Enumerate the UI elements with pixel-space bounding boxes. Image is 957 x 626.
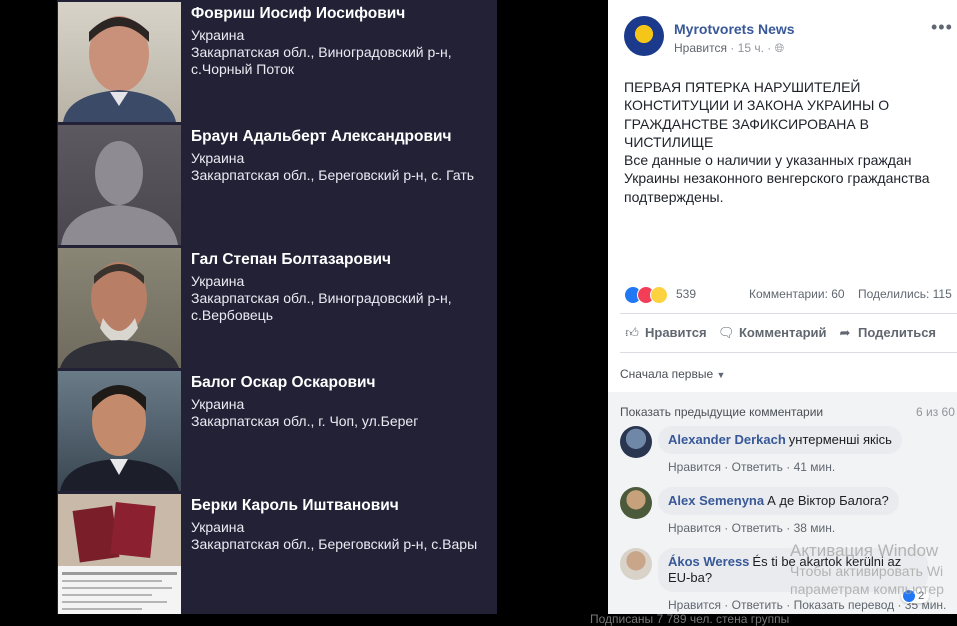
comment-button[interactable]: 🗨︎ Комментарий bbox=[718, 325, 827, 341]
person-photo bbox=[58, 371, 181, 491]
footer-text: Подписаны 7 789 чел. стена группы bbox=[590, 612, 790, 626]
comment-author[interactable]: Alexander Derkach bbox=[668, 432, 786, 447]
comment-bubble: Alexander Derkach унтерменші якісь bbox=[658, 426, 902, 454]
comment-author[interactable]: Alex Semenyna bbox=[668, 493, 764, 508]
comment-time[interactable]: 38 мин. bbox=[794, 521, 836, 535]
comments-count-link[interactable]: Комментарии: 60 bbox=[749, 287, 845, 301]
separator-dot: · bbox=[730, 41, 738, 55]
person-address: Закарпатская обл., Виноградовский р-н, с… bbox=[191, 44, 452, 77]
person-country: Украина bbox=[191, 273, 245, 289]
reactions-count: 539 bbox=[676, 287, 697, 301]
person-name: Берки Кароль Иштванович bbox=[191, 497, 399, 514]
person-name: Гал Степан Болтазарович bbox=[191, 251, 391, 268]
facebook-post: Myrotvorets News Нравится · 15 ч. · 🌐︎ •… bbox=[608, 0, 957, 614]
person-name: Фовриш Иосиф Иосифович bbox=[191, 5, 406, 22]
person-address: Закарпатская обл., г. Чоп, ул.Берег bbox=[191, 413, 419, 429]
avatar[interactable] bbox=[620, 487, 652, 519]
person-name: Балог Оскар Оскарович bbox=[191, 374, 376, 391]
person-country: Украина bbox=[191, 150, 245, 166]
thumbs-up-icon: 👍︎ bbox=[625, 325, 639, 340]
shares-count-link[interactable]: Поделились: 115 bbox=[858, 287, 952, 301]
photo-panel: Фовриш Иосиф Иосифович Украина Закарпатс… bbox=[57, 0, 497, 614]
person-address: Закарпатская обл., Береговский р-н, с.Ва… bbox=[191, 536, 478, 552]
show-previous-comments-link[interactable]: Показать предыдущие комментарии bbox=[620, 405, 823, 419]
show-translation-link[interactable]: Показать перевод bbox=[794, 598, 895, 612]
watermark-line: Чтобы активировать Wi bbox=[790, 563, 944, 579]
comment-text: унтерменші якісь bbox=[788, 432, 892, 447]
person-address: Закарпатская обл., Береговский р-н, с. Г… bbox=[191, 167, 475, 183]
comments-pagination-count: 6 из 60 bbox=[916, 405, 955, 419]
avatar[interactable] bbox=[620, 548, 652, 580]
divider bbox=[620, 352, 957, 353]
wow-reaction-icon bbox=[650, 286, 668, 304]
post-text-headline: ПЕРВАЯ ПЯТЕРКА НАРУШИТЕЛЕЙ КОНСТИТУЦИИ И… bbox=[624, 79, 890, 150]
person-name: Браун Адальберт Александрович bbox=[191, 128, 452, 145]
comment-reply-link[interactable]: Ответить bbox=[732, 521, 783, 535]
windows-activation-watermark: Активация Window Чтобы активировать Wi п… bbox=[790, 541, 944, 597]
post-time[interactable]: 15 ч. bbox=[738, 41, 764, 55]
comment-actions: Нравится · Ответить · 41 мин. bbox=[668, 460, 836, 474]
comment-actions: Нравится · Ответить · 38 мин. bbox=[668, 521, 836, 535]
caret-down-icon: ▼ bbox=[716, 370, 726, 380]
like-button[interactable]: 👍︎ Нравится bbox=[624, 325, 706, 341]
comment-text-continued: EU-ba? bbox=[668, 570, 713, 585]
person-country: Украина bbox=[191, 27, 245, 43]
person-card: Гал Степан Болтазарович Украина Закарпат… bbox=[57, 246, 497, 369]
person-country: Украина bbox=[191, 396, 245, 412]
globe-icon: 🌐︎ bbox=[774, 41, 785, 55]
comment-author[interactable]: Ákos Weress bbox=[668, 554, 749, 569]
share-icon: ➦ bbox=[839, 325, 851, 340]
person-card: Балог Оскар Оскарович Украина Закарпатск… bbox=[57, 369, 497, 492]
comment-text: А де Віктор Балога? bbox=[767, 493, 889, 508]
page-like-link[interactable]: Нравится bbox=[674, 41, 727, 55]
watermark-line: параметрам компьютер bbox=[790, 581, 944, 597]
page-name-link[interactable]: Myrotvorets News bbox=[674, 21, 795, 37]
person-photo bbox=[58, 248, 181, 368]
person-card: Браун Адальберт Александрович Украина За… bbox=[57, 123, 497, 246]
document-photo bbox=[58, 494, 181, 614]
person-photo-placeholder bbox=[58, 125, 181, 245]
post-meta: Нравится · 15 ч. · 🌐︎ bbox=[674, 41, 784, 56]
share-button[interactable]: ➦ Поделиться bbox=[837, 325, 936, 341]
comment-like-link[interactable]: Нравится bbox=[668, 521, 721, 535]
person-photo bbox=[58, 2, 181, 122]
avatar[interactable] bbox=[620, 426, 652, 458]
comment-like-link[interactable]: Нравится bbox=[668, 598, 721, 612]
comment-time[interactable]: 41 мин. bbox=[794, 460, 836, 474]
engagement-counts: Комментарии: 60 Поделились: 115 bbox=[749, 287, 952, 301]
person-card: Фовриш Иосиф Иосифович Украина Закарпатс… bbox=[57, 0, 497, 123]
more-options-icon[interactable]: ••• bbox=[931, 17, 953, 38]
comment-sort-dropdown[interactable]: Сначала первые ▼ bbox=[620, 367, 725, 381]
watermark-title: Активация Window bbox=[790, 541, 939, 560]
post-text: ПЕРВАЯ ПЯТЕРКА НАРУШИТЕЛЕЙ КОНСТИТУЦИИ И… bbox=[624, 78, 944, 206]
person-address: Закарпатская обл., Виноградовский р-н, с… bbox=[191, 290, 452, 323]
person-country: Украина bbox=[191, 519, 245, 535]
bottom-bar bbox=[0, 614, 957, 626]
comment-like-link[interactable]: Нравится bbox=[668, 460, 721, 474]
person-card: Берки Кароль Иштванович Украина Закарпат… bbox=[57, 492, 497, 615]
divider bbox=[620, 313, 957, 314]
comment-bubble: Alex Semenyna А де Віктор Балога? bbox=[658, 487, 899, 515]
comment-reply-link[interactable]: Ответить bbox=[732, 460, 783, 474]
post-text-body: Все данные о наличии у указанных граждан… bbox=[624, 152, 930, 205]
comment-icon: 🗨︎ bbox=[718, 325, 735, 340]
page-logo[interactable] bbox=[624, 16, 664, 56]
comment-reply-link[interactable]: Ответить bbox=[732, 598, 783, 612]
separator-dot: · bbox=[767, 41, 775, 55]
